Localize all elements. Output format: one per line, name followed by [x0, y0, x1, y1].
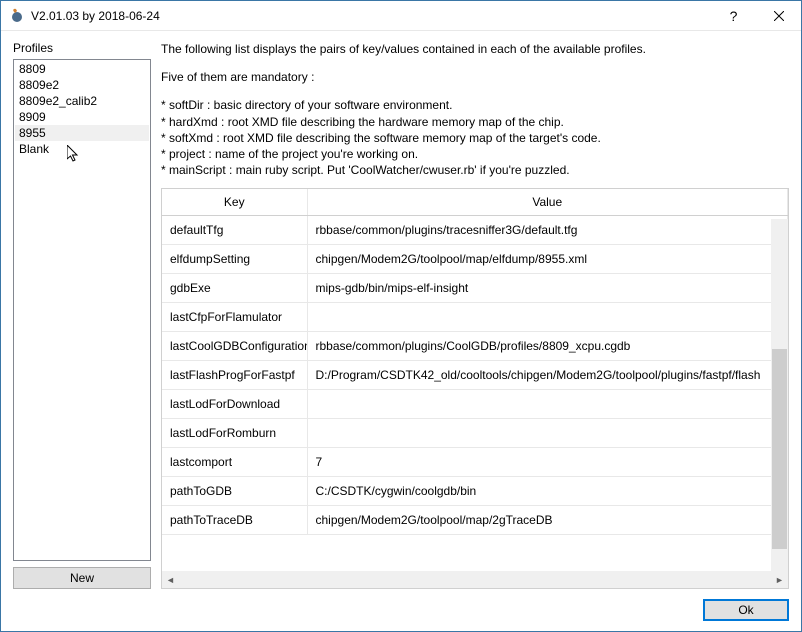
- table-row[interactable]: pathToGDBC:/CSDTK/cygwin/coolgdb/bin: [162, 477, 788, 506]
- cell-value[interactable]: mips-gdb/bin/mips-elf-insight: [307, 274, 788, 303]
- cell-value[interactable]: 7: [307, 448, 788, 477]
- table-row[interactable]: elfdumpSettingchipgen/Modem2G/toolpool/m…: [162, 245, 788, 274]
- table-row[interactable]: lastLodForRomburn: [162, 419, 788, 448]
- cell-value[interactable]: rbbase/common/plugins/tracesniffer3G/def…: [307, 216, 788, 245]
- profile-item[interactable]: 8909: [15, 109, 149, 125]
- cell-value[interactable]: [307, 303, 788, 332]
- cell-value[interactable]: chipgen/Modem2G/toolpool/map/2gTraceDB: [307, 506, 788, 535]
- description-bullet: * softXmd : root XMD file describing the…: [161, 130, 789, 146]
- cell-key[interactable]: lastcomport: [162, 448, 307, 477]
- horizontal-scrollbar-thumb[interactable]: [179, 573, 771, 586]
- titlebar: V2.01.03 by 2018-06-24 ?: [1, 1, 801, 31]
- column-header-value[interactable]: Value: [307, 189, 788, 216]
- description-bullet: * hardXmd : root XMD file describing the…: [161, 114, 789, 130]
- table-row[interactable]: pathToTraceDBchipgen/Modem2G/toolpool/ma…: [162, 506, 788, 535]
- column-header-key[interactable]: Key: [162, 189, 307, 216]
- description-bullet: * project : name of the project you're w…: [161, 146, 789, 162]
- profiles-label: Profiles: [13, 41, 151, 55]
- description-bullet: * softDir : basic directory of your soft…: [161, 97, 789, 113]
- table-row[interactable]: lastcomport7: [162, 448, 788, 477]
- description-intro: The following list displays the pairs of…: [161, 41, 789, 57]
- cell-key[interactable]: pathToGDB: [162, 477, 307, 506]
- cell-value[interactable]: [307, 419, 788, 448]
- table-row[interactable]: lastCfpForFlamulator: [162, 303, 788, 332]
- vertical-scrollbar-thumb[interactable]: [772, 349, 787, 549]
- cell-value[interactable]: C:/CSDTK/cygwin/coolgdb/bin: [307, 477, 788, 506]
- cell-key[interactable]: lastLodForDownload: [162, 390, 307, 419]
- table-row[interactable]: gdbExemips-gdb/bin/mips-elf-insight: [162, 274, 788, 303]
- profiles-panel: Profiles 88098809e28809e2_calib289098955…: [13, 41, 151, 589]
- help-button[interactable]: ?: [711, 1, 756, 30]
- horizontal-scrollbar[interactable]: ◄ ►: [162, 571, 788, 588]
- profile-item[interactable]: Blank: [15, 141, 149, 157]
- cell-key[interactable]: lastLodForRomburn: [162, 419, 307, 448]
- close-button[interactable]: [756, 1, 801, 30]
- table-row[interactable]: lastCoolGDBConfigurationrbbase/common/pl…: [162, 332, 788, 361]
- table-row[interactable]: defaultTfgrbbase/common/plugins/tracesni…: [162, 216, 788, 245]
- table-row[interactable]: lastFlashProgForFastpfD:/Program/CSDTK42…: [162, 361, 788, 390]
- profile-item[interactable]: 8955: [15, 125, 149, 141]
- cell-value[interactable]: [307, 390, 788, 419]
- table-row[interactable]: lastLodForDownload: [162, 390, 788, 419]
- cell-key[interactable]: elfdumpSetting: [162, 245, 307, 274]
- cell-key[interactable]: pathToTraceDB: [162, 506, 307, 535]
- scroll-right-icon[interactable]: ►: [771, 571, 788, 588]
- kv-table: Key Value defaultTfgrbbase/common/plugin…: [161, 188, 789, 589]
- app-icon: [9, 8, 25, 24]
- description-mandatory-heading: Five of them are mandatory :: [161, 69, 789, 85]
- cell-value[interactable]: rbbase/common/plugins/CoolGDB/profiles/8…: [307, 332, 788, 361]
- cell-key[interactable]: lastCoolGDBConfiguration: [162, 332, 307, 361]
- profile-item[interactable]: 8809e2_calib2: [15, 93, 149, 109]
- cell-value[interactable]: chipgen/Modem2G/toolpool/map/elfdump/895…: [307, 245, 788, 274]
- profile-item[interactable]: 8809: [15, 61, 149, 77]
- profile-item[interactable]: 8809e2: [15, 77, 149, 93]
- new-button[interactable]: New: [13, 567, 151, 589]
- window-title: V2.01.03 by 2018-06-24: [31, 9, 160, 23]
- profile-list[interactable]: 88098809e28809e2_calib289098955Blank: [13, 59, 151, 561]
- ok-button[interactable]: Ok: [703, 599, 789, 621]
- cell-key[interactable]: gdbExe: [162, 274, 307, 303]
- cell-value[interactable]: D:/Program/CSDTK42_old/cooltools/chipgen…: [307, 361, 788, 390]
- scroll-left-icon[interactable]: ◄: [162, 571, 179, 588]
- description-text: The following list displays the pairs of…: [161, 41, 789, 178]
- cell-key[interactable]: lastFlashProgForFastpf: [162, 361, 307, 390]
- cell-key[interactable]: lastCfpForFlamulator: [162, 303, 307, 332]
- vertical-scrollbar[interactable]: [771, 219, 788, 571]
- cell-key[interactable]: defaultTfg: [162, 216, 307, 245]
- description-bullet: * mainScript : main ruby script. Put 'Co…: [161, 162, 789, 178]
